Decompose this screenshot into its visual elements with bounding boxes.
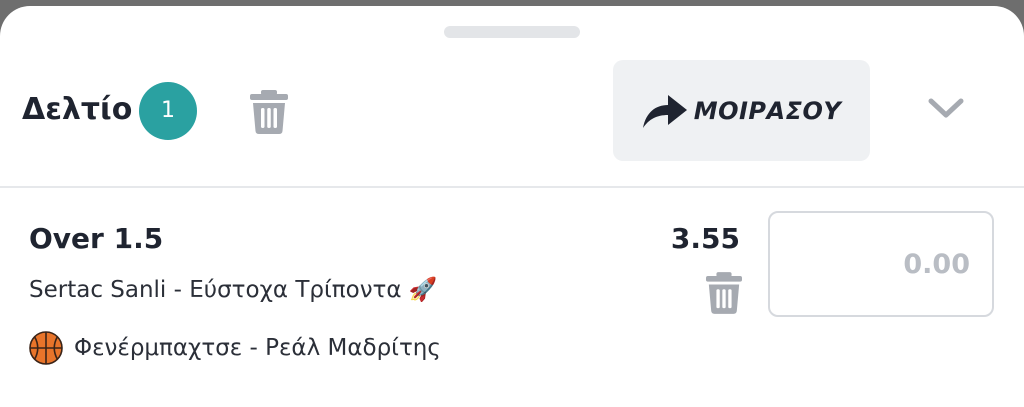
stake-input[interactable] [768,211,994,317]
basketball-icon [29,331,63,365]
bet-count-badge: 1 [139,82,197,140]
trash-icon[interactable] [706,272,742,314]
chevron-down-icon[interactable] [926,94,966,122]
bet-market: Over 1.5 [29,222,164,255]
bet-event-label: Φενέρμπαχτσε - Ρεάλ Μαδρίτης [74,335,441,361]
betslip-title: Δελτίο [22,92,133,127]
share-button[interactable]: ΜΟΙΡΑΣΟΥ [613,60,870,161]
share-arrow-icon [642,94,687,128]
bet-selection: Sertac Sanli - Εύστοχα Τρίποντα 🚀 [29,277,438,303]
share-label: ΜΟΙΡΑΣΟΥ [693,96,842,125]
bet-event: Φενέρμπαχτσε - Ρεάλ Μαδρίτης [29,331,441,365]
header-divider [0,186,1024,188]
bet-odds: 3.55 [670,222,740,255]
betslip-header: Δελτίο 1 ΜΟΙΡΑΣΟΥ [0,6,1024,186]
betslip-sheet: Δελτίο 1 ΜΟΙΡΑΣΟΥ Over 1.5 Sertac Sanli … [0,6,1024,407]
trash-icon[interactable] [250,90,288,134]
